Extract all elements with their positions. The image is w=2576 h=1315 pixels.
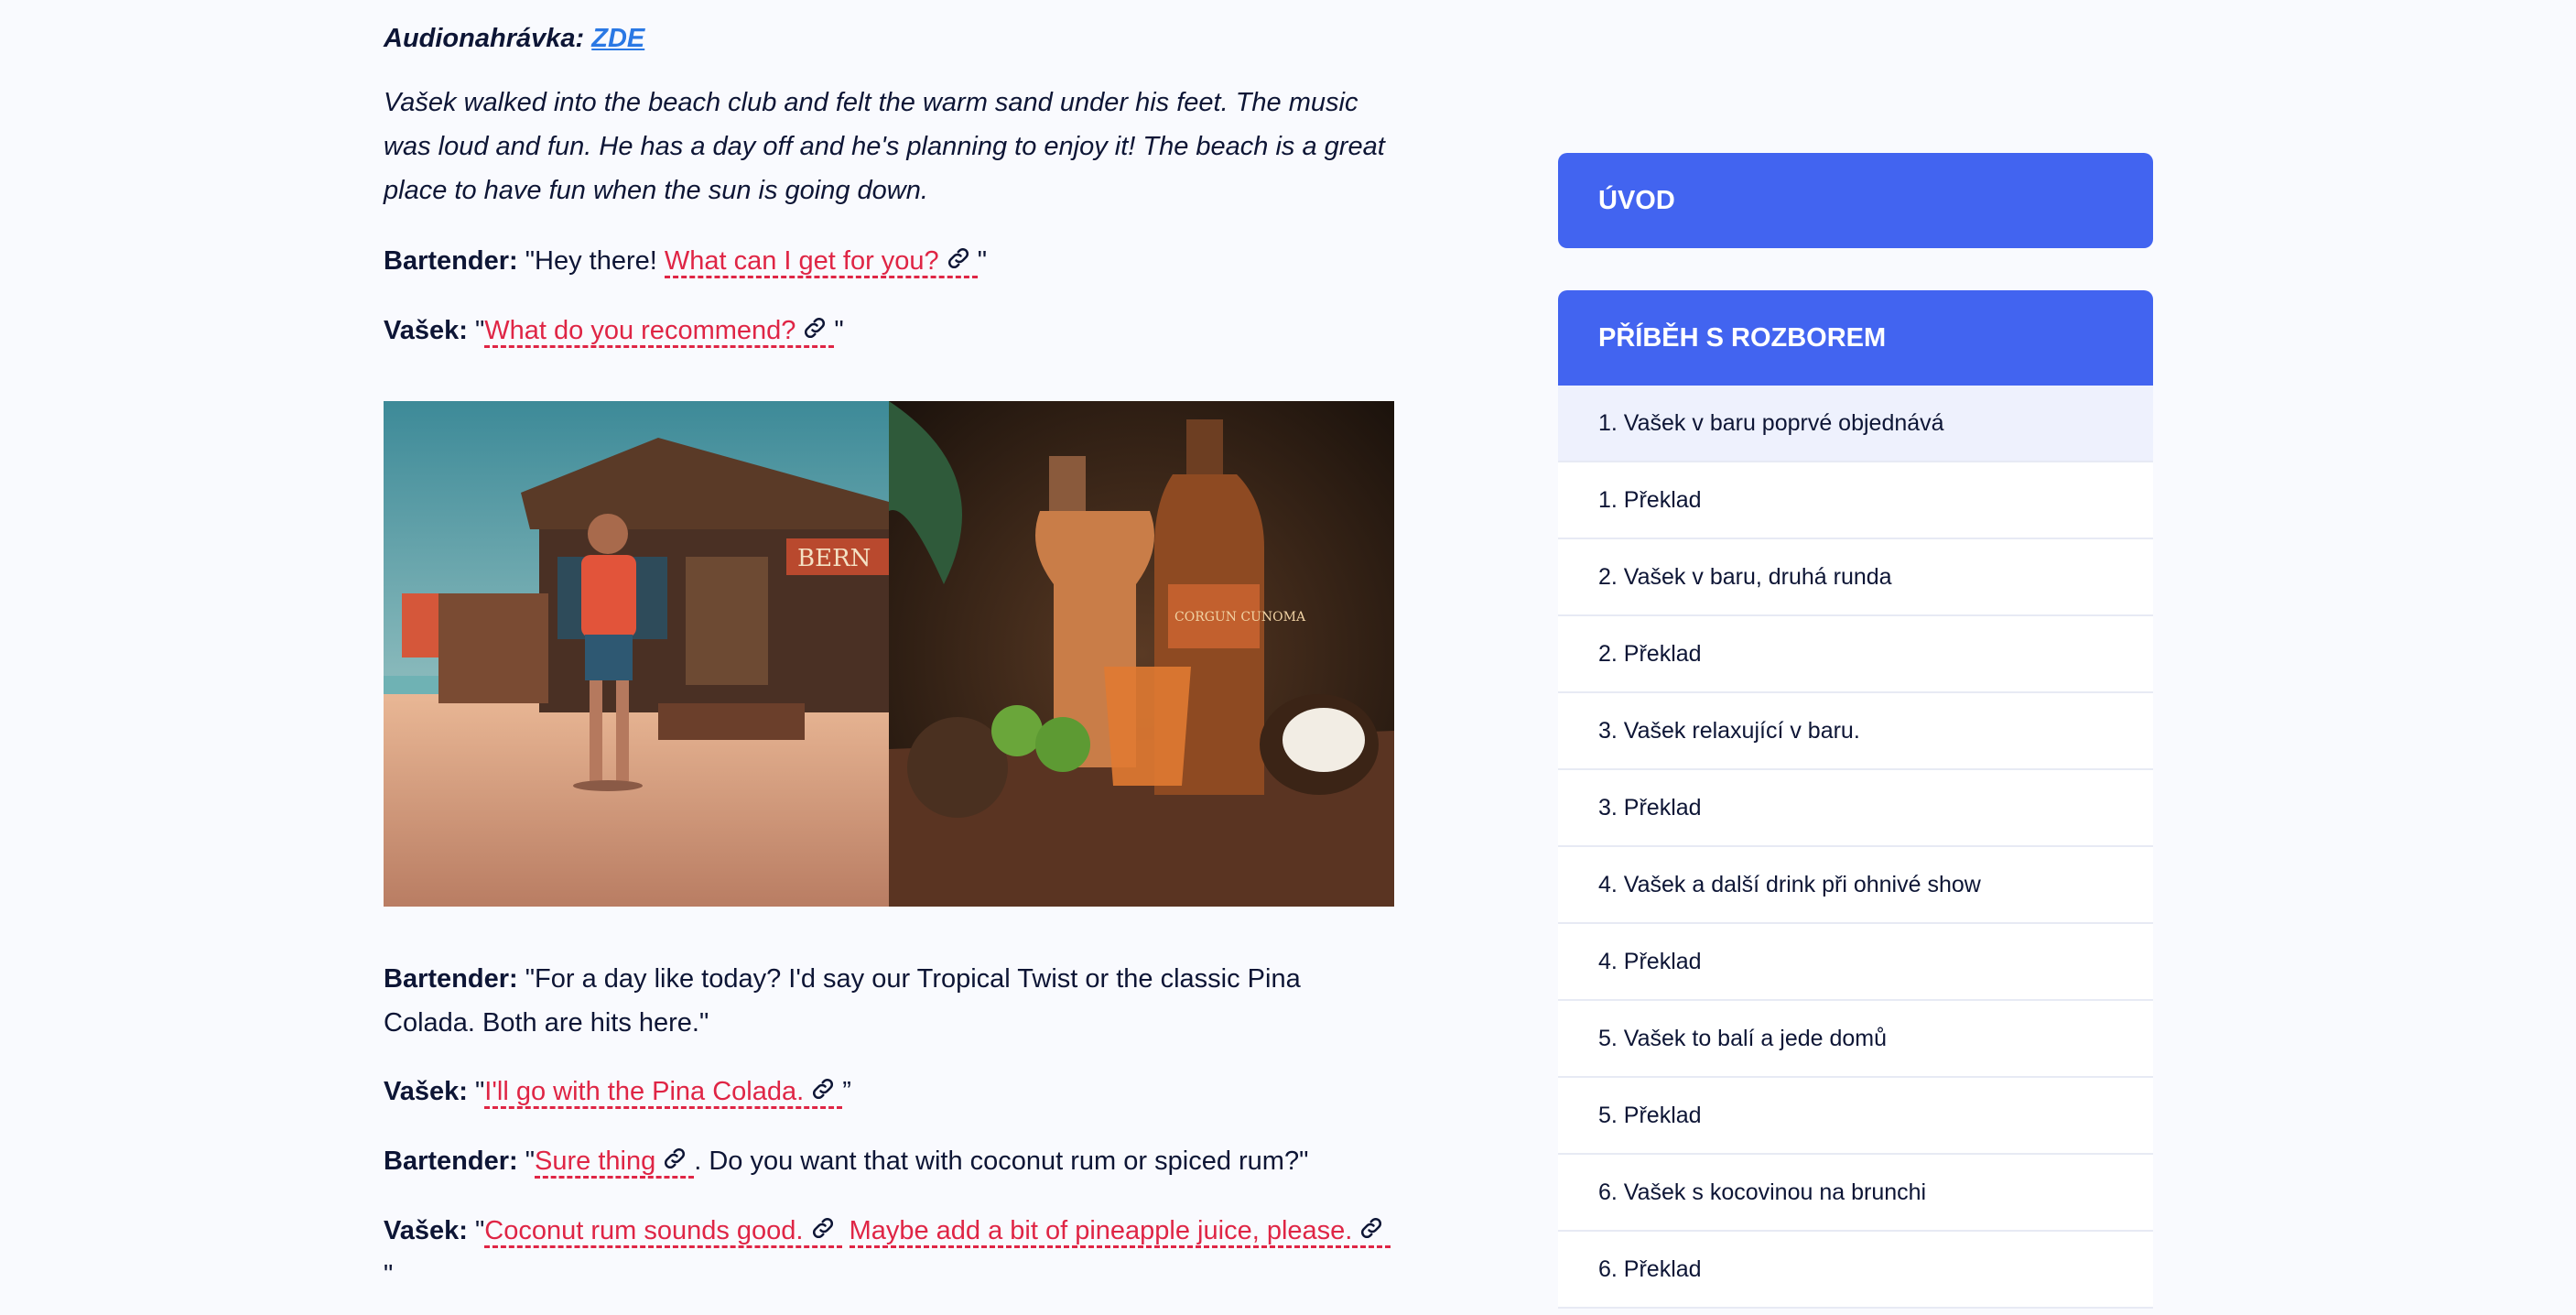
dialogue-text: "For a day like today? I'd say our Tropi… bbox=[384, 964, 1301, 1038]
audio-label: Audionahrávka: bbox=[384, 24, 585, 53]
link-icon bbox=[801, 314, 828, 342]
dialogue-text: ” bbox=[842, 1077, 851, 1106]
chapter-item[interactable]: 6. Překlad bbox=[1558, 1232, 2153, 1309]
link-icon bbox=[809, 1214, 837, 1242]
link-icon bbox=[945, 245, 972, 272]
dialogue-line: Vašek: "I'll go with the Pina Colada. ” bbox=[384, 1070, 1394, 1114]
phrase-text: What can I get for you? bbox=[664, 246, 939, 276]
phrase-link[interactable]: Coconut rum sounds good. bbox=[484, 1214, 842, 1248]
phrase-text: Sure thing bbox=[535, 1147, 656, 1176]
dialogue-line: Vašek: "Coconut rum sounds good. Maybe a… bbox=[384, 1209, 1394, 1297]
dialogue-text: "Hey there! bbox=[517, 246, 665, 276]
chapter-item[interactable]: 4. Vašek a další drink při ohnivé show bbox=[1558, 847, 2153, 924]
audio-link[interactable]: ZDE bbox=[591, 24, 644, 53]
dialogue-text: " bbox=[834, 316, 844, 345]
phrase-link[interactable]: Sure thing bbox=[535, 1145, 695, 1179]
dialogue-text: " bbox=[467, 1216, 485, 1245]
phrase-text: I'll go with the Pina Colada. bbox=[484, 1077, 805, 1106]
speaker-label: Vašek: bbox=[384, 1077, 468, 1106]
phrase-text: Coconut rum sounds good. bbox=[484, 1216, 804, 1245]
phrase-link[interactable]: What do you recommend? bbox=[484, 314, 835, 348]
chapter-item[interactable]: 5. Vašek to balí a jede domů bbox=[1558, 1001, 2153, 1078]
chapter-item[interactable]: 1. Překlad bbox=[1558, 462, 2153, 539]
chapter-item[interactable]: 4. Překlad bbox=[1558, 924, 2153, 1001]
story-illustration: BERN CORGUN CUNOMA bbox=[384, 401, 1394, 907]
speaker-label: Vašek: bbox=[384, 1216, 468, 1245]
bar-sign-text: BERN bbox=[797, 545, 871, 572]
link-icon bbox=[1358, 1214, 1385, 1242]
dialogue-text: " bbox=[384, 1260, 394, 1289]
phrase-link[interactable]: Maybe add a bit of pineapple juice, plea… bbox=[849, 1214, 1391, 1248]
chapter-item[interactable]: 2. Překlad bbox=[1558, 616, 2153, 693]
dialogue-line: Vašek: "What do you recommend? " bbox=[384, 309, 1394, 353]
link-icon bbox=[809, 1075, 837, 1103]
chapter-item[interactable]: 3. Překlad bbox=[1558, 770, 2153, 847]
phrase-link[interactable]: What can I get for you? bbox=[664, 245, 978, 278]
chapter-item[interactable]: 3. Vašek relaxující v baru. bbox=[1558, 693, 2153, 770]
speaker-label: Bartender: bbox=[384, 246, 518, 276]
chapter-item[interactable]: 6. Vašek s kocovinou na brunchi bbox=[1558, 1155, 2153, 1232]
section-pribeh[interactable]: PŘÍBĚH S ROZBOREM bbox=[1558, 290, 2153, 386]
link-icon bbox=[661, 1145, 688, 1172]
dialogue-text: " bbox=[467, 1077, 485, 1106]
chapter-item[interactable]: 2. Vašek v baru, druhá runda bbox=[1558, 539, 2153, 616]
phrase-text: What do you recommend? bbox=[484, 316, 796, 345]
chapter-item[interactable]: 1. Vašek v baru poprvé objednává bbox=[1558, 386, 2153, 462]
chapter-item[interactable]: 5. Překlad bbox=[1558, 1078, 2153, 1155]
speaker-label: Vašek: bbox=[384, 316, 468, 345]
dialogue-text: . Do you want that with coconut rum or s… bbox=[694, 1147, 1309, 1176]
dialogue-line: Bartender: "For a day like today? I'd sa… bbox=[384, 957, 1394, 1045]
phrase-text: Maybe add a bit of pineapple juice, plea… bbox=[849, 1216, 1353, 1245]
bottle-label-text: CORGUN CUNOMA bbox=[1174, 610, 1306, 625]
audio-line: Audionahrávka: ZDE bbox=[384, 16, 644, 60]
phrase-link[interactable]: I'll go with the Pina Colada. bbox=[484, 1075, 843, 1109]
dialogue-text: " bbox=[467, 316, 485, 345]
story-intro: Vašek walked into the beach club and fel… bbox=[384, 88, 1385, 205]
chapter-list: 1. Vašek v baru poprvé objednává 1. Přek… bbox=[1558, 386, 2153, 1309]
rum-drinks-image: CORGUN CUNOMA bbox=[889, 401, 1394, 907]
speaker-label: Bartender: bbox=[384, 964, 518, 994]
dialogue-line: Bartender: "Sure thing . Do you want that… bbox=[384, 1139, 1394, 1183]
dialogue-line: Bartender: "Hey there! What can I get fo… bbox=[384, 239, 1394, 283]
beach-bar-image: BERN bbox=[384, 401, 889, 907]
dialogue-text: " bbox=[977, 246, 987, 276]
speaker-label: Bartender: bbox=[384, 1147, 518, 1176]
dialogue-text: " bbox=[517, 1147, 536, 1176]
section-uvod[interactable]: ÚVOD bbox=[1558, 153, 2153, 248]
